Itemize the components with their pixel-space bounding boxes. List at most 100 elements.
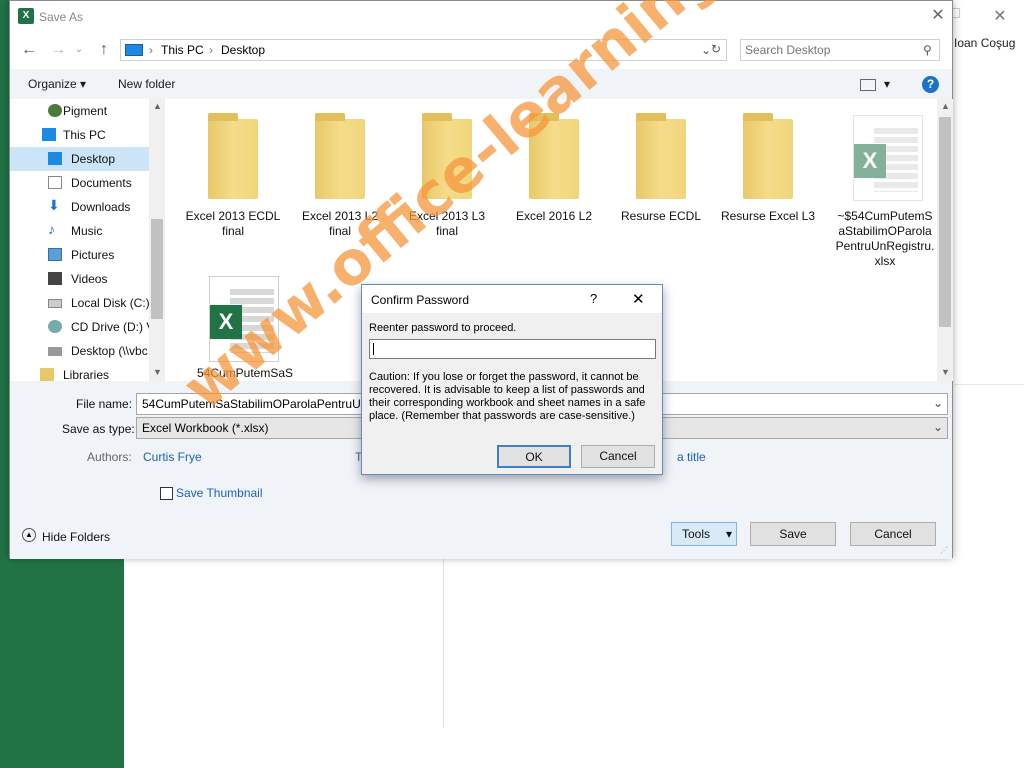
nav-item-documents[interactable]: Documents — [10, 171, 156, 195]
nav-label: Music — [71, 224, 103, 238]
cd-drive-icon — [48, 320, 62, 333]
forward-arrow-icon[interactable]: → — [47, 39, 69, 61]
nav-label: Desktop (\\vbc — [71, 344, 148, 358]
organize-label: Organize — [28, 77, 77, 91]
tools-button[interactable]: Tools ▾ — [671, 522, 737, 546]
organize-menu[interactable]: Organize ▾ — [28, 77, 86, 91]
excel-file-icon: X — [853, 115, 923, 201]
password-prompt: Reenter password to proceed. — [369, 322, 517, 334]
back-arrow-icon[interactable]: ← — [18, 39, 40, 61]
folder-icon — [208, 113, 258, 199]
ok-button[interactable]: OK — [497, 445, 571, 468]
new-folder-button[interactable]: New folder — [118, 77, 175, 91]
hide-folders-button[interactable]: Hide Folders — [42, 530, 110, 544]
close-icon[interactable]: ✕ — [632, 290, 645, 308]
confirm-password-dialog: Confirm Password ? ✕ Reenter password to… — [361, 284, 663, 475]
chevron-down-icon: ▾ — [725, 527, 732, 541]
nav-label: Videos — [71, 272, 108, 286]
nav-item-pigment[interactable]: Pigment — [10, 99, 156, 123]
breadcrumb-this-pc[interactable]: This PC — [161, 43, 204, 57]
excel-close-icon[interactable]: ✕ — [990, 6, 1010, 26]
folder-item[interactable]: Excel 2013 ECDL final — [183, 111, 283, 261]
search-input[interactable] — [745, 42, 915, 58]
user-name[interactable]: Ioan Coşug — [954, 36, 1015, 50]
computer-icon — [42, 128, 56, 141]
recent-chevron-icon[interactable]: ⌄ — [68, 39, 90, 61]
folder-item[interactable]: Resurse Excel L3 — [718, 111, 818, 261]
folder-item[interactable]: Resurse ECDL — [611, 111, 711, 261]
hide-folders-icon[interactable]: ▲ — [22, 528, 36, 542]
title-value[interactable]: a title — [677, 450, 706, 464]
save-thumbnail-label[interactable]: Save Thumbnail — [176, 486, 263, 500]
resize-grip-icon[interactable]: ⋰ — [940, 546, 948, 555]
nav-item-pictures[interactable]: Pictures — [10, 243, 156, 267]
authors-label: Authors: — [87, 450, 132, 464]
view-chevron-icon[interactable]: ▾ — [884, 77, 890, 91]
breadcrumb-desktop[interactable]: Desktop — [221, 43, 265, 57]
file-name: Resurse ECDL — [620, 209, 702, 223]
scroll-down-icon[interactable]: ▼ — [153, 367, 162, 377]
chevron-down-icon[interactable]: ⌄ — [933, 396, 943, 410]
library-icon — [40, 368, 54, 381]
search-icon[interactable]: ⚲ — [923, 43, 932, 57]
scroll-down-icon[interactable]: ▼ — [941, 367, 950, 377]
nav-item-videos[interactable]: Videos — [10, 267, 156, 291]
cancel-button[interactable]: Cancel — [850, 522, 936, 546]
nav-label: Downloads — [71, 200, 131, 214]
nav-label: Libraries — [63, 368, 110, 382]
folder-icon — [636, 113, 686, 199]
nav-item-network-desktop[interactable]: Desktop (\\vbc — [10, 339, 156, 363]
password-input[interactable] — [369, 339, 656, 359]
nav-item-desktop[interactable]: Desktop — [10, 147, 156, 171]
nav-label: Documents — [71, 176, 132, 190]
text-cursor — [373, 343, 374, 355]
view-icon[interactable] — [860, 79, 876, 91]
nav-item-music[interactable]: ♪ Music — [10, 219, 156, 243]
chevron-down-icon[interactable]: ⌄ — [933, 420, 943, 434]
dialog-titlebar[interactable]: X Save As ✕ — [10, 1, 952, 33]
file-name-value: 54CumPutemSaStabilimOParolaPentruUn — [142, 397, 368, 411]
cancel-button[interactable]: Cancel — [581, 445, 655, 468]
scroll-thumb[interactable] — [939, 117, 951, 327]
authors-value[interactable]: Curtis Frye — [143, 450, 202, 464]
disk-icon — [48, 299, 62, 308]
video-icon — [48, 272, 62, 285]
dialog-titlebar[interactable]: Confirm Password ? ✕ — [362, 285, 662, 313]
nav-label: Pictures — [71, 248, 115, 262]
save-thumbnail-checkbox[interactable] — [160, 487, 173, 500]
refresh-icon[interactable]: ↻ — [711, 42, 721, 56]
nav-item-downloads[interactable]: ⬇ Downloads — [10, 195, 156, 219]
up-arrow-icon[interactable]: ↑ — [93, 39, 115, 61]
excel-app-icon: X — [18, 8, 34, 24]
dialog-title: Save As — [39, 10, 84, 24]
navigation-pane: Pigment This PC Desktop Documents ⬇ Downl… — [10, 99, 162, 382]
save-type-value: Excel Workbook (*.xlsx) — [142, 421, 269, 435]
command-bar: Organize ▾ New folder ▾ — [10, 69, 952, 99]
chevron-down-icon[interactable]: ⌄ — [701, 43, 711, 57]
user-icon — [48, 104, 62, 117]
nav-item-this-pc[interactable]: This PC — [10, 123, 156, 147]
nav-label: This PC — [63, 128, 106, 142]
nav-item-cd-drive[interactable]: CD Drive (D:) V — [10, 315, 156, 339]
folder-icon — [315, 113, 365, 199]
computer-icon — [125, 44, 143, 56]
scroll-up-icon[interactable]: ▲ — [941, 101, 950, 111]
nav-item-local-disk[interactable]: Local Disk (C:) — [10, 291, 156, 315]
folder-icon — [743, 113, 793, 199]
scroll-up-icon[interactable]: ▲ — [153, 101, 162, 111]
help-icon[interactable]: ? — [590, 291, 597, 306]
nav-label: Pigment — [63, 104, 108, 118]
search-box[interactable]: ⚲ — [740, 39, 940, 61]
excel-divider-line — [954, 384, 1024, 385]
download-icon: ⬇ — [48, 197, 60, 213]
content-scrollbar[interactable]: ▲ ▼ — [937, 99, 953, 381]
nav-scrollbar[interactable]: ▲ ▼ — [149, 99, 165, 381]
tools-label: Tools — [682, 527, 711, 541]
file-name-label: File name: — [76, 397, 133, 411]
close-icon[interactable]: ✕ — [928, 6, 948, 26]
scroll-thumb[interactable] — [151, 219, 163, 319]
excel-file-item[interactable]: X ~$54CumPutemSaStabilimOParolaPentruUnR… — [835, 111, 935, 271]
help-icon[interactable]: ? — [922, 76, 939, 93]
nav-label: Local Disk (C:) — [71, 296, 150, 310]
save-button[interactable]: Save — [750, 522, 836, 546]
